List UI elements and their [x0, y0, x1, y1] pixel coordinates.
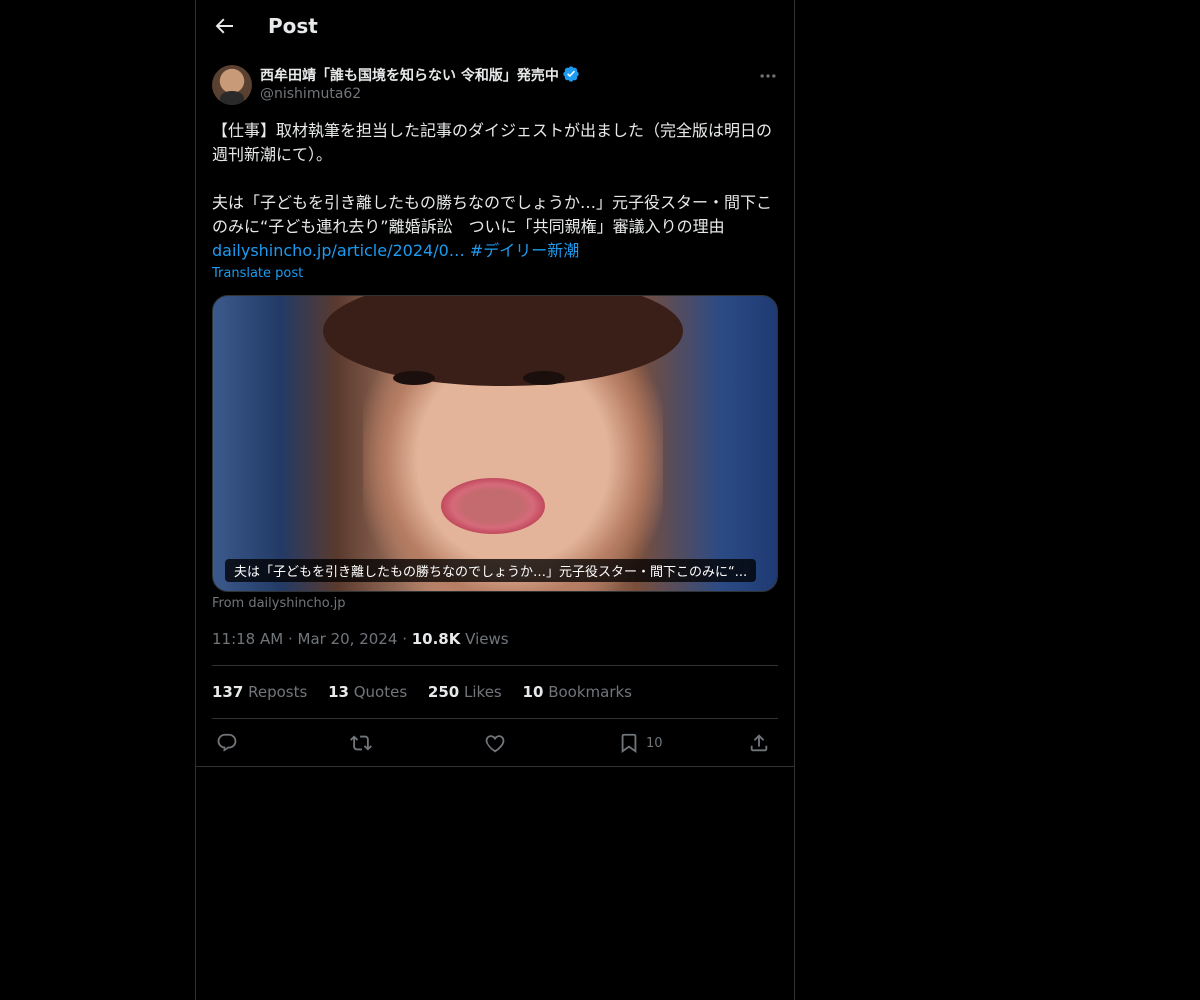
share-button[interactable]: [748, 730, 770, 756]
share-icon: [750, 734, 768, 752]
post-meta: 11:18 AM · Mar 20, 2024 · 10.8K Views: [212, 630, 509, 648]
author-name[interactable]: 西牟田靖「誰も国境を知らない 令和版」発売中: [260, 65, 580, 87]
photo-eye-left: [393, 371, 435, 385]
views-count: 10.8K: [411, 630, 461, 648]
reposts-stat[interactable]: 137 Reposts: [212, 683, 307, 701]
bookmark-button[interactable]: 10: [618, 730, 663, 756]
bookmark-count: 10: [646, 735, 663, 751]
post-column: Post 西牟田靖「誰も国境を知らない 令和版」発売中 @nishimuta62…: [195, 0, 795, 1000]
divider: [212, 665, 778, 666]
meta-separator: ·: [402, 630, 412, 648]
arrow-left-icon: [215, 18, 233, 34]
post-bottom-border: [196, 766, 794, 767]
views-label: Views: [465, 630, 509, 648]
back-button[interactable]: [212, 14, 236, 38]
repost-button[interactable]: [350, 730, 372, 756]
likes-stat[interactable]: 250 Likes: [428, 683, 502, 701]
like-button[interactable]: [484, 730, 506, 756]
heart-icon: [485, 735, 505, 754]
hashtag-link[interactable]: #デイリー新潮: [470, 241, 579, 260]
link-card-caption: 夫は「子どもを引き離したもの勝ちなのでしょうか…」元子役スター・間下このみに“.…: [225, 559, 757, 582]
photo-eye-right: [523, 371, 565, 385]
reply-button[interactable]: [216, 730, 238, 756]
article-link[interactable]: dailyshincho.jp/article/2024/0…: [212, 241, 465, 260]
link-card-image[interactable]: 夫は「子どもを引き離したもの勝ちなのでしょうか…」元子役スター・間下このみに“.…: [212, 295, 778, 592]
link-source[interactable]: From dailyshincho.jp: [212, 596, 345, 611]
bookmark-icon: [621, 733, 637, 754]
verified-badge-icon[interactable]: [562, 65, 580, 87]
page-title: Post: [268, 14, 318, 38]
quotes-stat[interactable]: 13 Quotes: [328, 683, 407, 701]
engagement-stats: 137 Reposts 13 Quotes 250 Likes 10 Bookm…: [212, 683, 648, 701]
post-time[interactable]: 11:18 AM: [212, 630, 283, 648]
post-date[interactable]: Mar 20, 2024: [298, 630, 398, 648]
action-bar: 10: [212, 730, 778, 756]
divider: [212, 718, 778, 719]
photo-mouth: [441, 478, 545, 534]
reply-icon: [217, 733, 237, 752]
post-text: 【仕事】取材執筆を担当した記事のダイジェストが出ました（完全版は明日の週刊新潮に…: [212, 119, 778, 263]
top-bar: Post: [196, 0, 794, 53]
avatar[interactable]: [212, 65, 252, 105]
post-paragraph-2-text: 夫は「子どもを引き離したもの勝ちなのでしょうか…」元子役スター・間下このみに“子…: [212, 193, 773, 236]
more-options-button[interactable]: [758, 66, 778, 86]
author-name-text: 西牟田靖「誰も国境を知らない 令和版」発売中: [260, 68, 559, 84]
translate-post-link[interactable]: Translate post: [212, 266, 303, 281]
post-paragraph-2: 夫は「子どもを引き離したもの勝ちなのでしょうか…」元子役スター・間下このみに“子…: [212, 191, 778, 263]
author-handle[interactable]: @nishimuta62: [260, 86, 361, 102]
meta-separator: ·: [287, 630, 298, 648]
bookmarks-stat[interactable]: 10 Bookmarks: [523, 683, 632, 701]
post-paragraph-1: 【仕事】取材執筆を担当した記事のダイジェストが出ました（完全版は明日の週刊新潮に…: [212, 121, 773, 164]
more-icon: [760, 74, 776, 78]
repost-icon: [350, 735, 372, 751]
